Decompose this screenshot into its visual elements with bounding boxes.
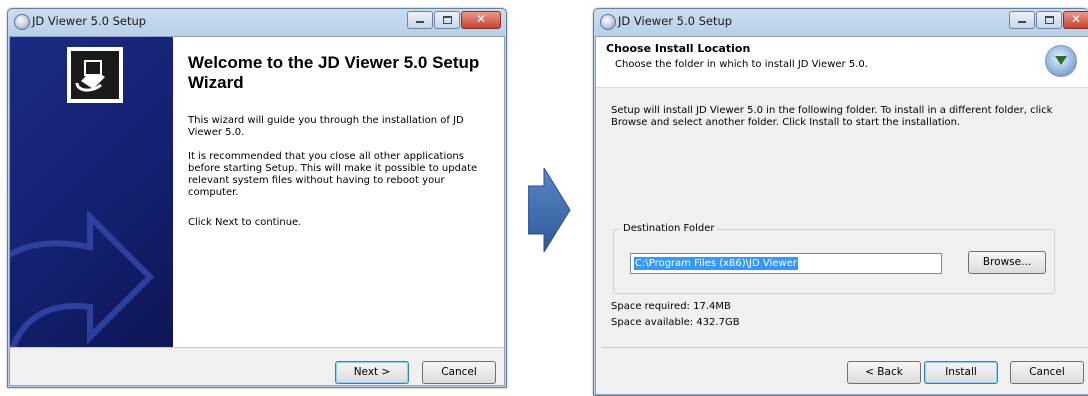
close-icon: ✕ <box>1070 12 1082 26</box>
maximize-button[interactable] <box>1036 11 1062 29</box>
install-button[interactable]: Install <box>924 361 998 384</box>
installer-logo-icon <box>67 47 123 103</box>
browse-button[interactable]: Browse... <box>968 251 1046 274</box>
space-available: Space available: 432.7GB <box>611 317 740 328</box>
wizard-page: Welcome to the JD Viewer 5.0 Setup Wizar… <box>9 36 505 386</box>
wizard-page: Choose Install Location Choose the folde… <box>595 36 1088 395</box>
page-title: Choose Install Location <box>606 42 751 55</box>
minimize-button[interactable] <box>407 11 433 29</box>
cancel-button[interactable]: Cancel <box>422 361 496 384</box>
destination-path-value: C:\Program Files (x86)\JD Viewer <box>634 257 798 270</box>
window-title: JD Viewer 5.0 Setup <box>618 14 733 28</box>
setup-icon <box>600 14 616 30</box>
close-icon: ✕ <box>475 12 487 26</box>
next-step-arrow-icon <box>528 168 571 252</box>
wizard-sidebar-image <box>10 37 173 347</box>
back-button[interactable]: < Back <box>847 361 921 384</box>
close-button[interactable]: ✕ <box>1063 11 1088 29</box>
page-subtitle: Choose the folder in which to install JD… <box>615 59 868 70</box>
setup-icon <box>14 14 30 30</box>
footer-divider <box>10 347 504 348</box>
footer-divider <box>602 347 1088 348</box>
recommendation-paragraph: It is recommended that you close all oth… <box>188 151 478 198</box>
page-header: Choose Install Location Choose the folde… <box>596 37 1088 88</box>
title-bar[interactable]: JD Viewer 5.0 Setup ✕ <box>594 9 1088 35</box>
maximize-icon <box>443 16 452 24</box>
space-required: Space required: 17.4MB <box>611 301 731 312</box>
destination-folder-group: Destination Folder C:\Program Files (x86… <box>613 223 1055 294</box>
intro-paragraph: This wizard will guide you through the i… <box>188 115 464 138</box>
welcome-window: JD Viewer 5.0 Setup ✕ Welcome to the JD … <box>7 8 507 388</box>
minimize-icon <box>416 21 424 23</box>
sidebar-arrow-graphic <box>10 209 155 347</box>
install-location-window: JD Viewer 5.0 Setup ✕ Choose Install Loc… <box>593 8 1088 396</box>
cancel-button[interactable]: Cancel <box>1010 361 1084 384</box>
minimize-icon <box>1018 21 1026 23</box>
title-bar[interactable]: JD Viewer 5.0 Setup ✕ <box>8 9 506 35</box>
maximize-button[interactable] <box>434 11 460 29</box>
window-title: JD Viewer 5.0 Setup <box>32 14 147 28</box>
minimize-button[interactable] <box>1009 11 1035 29</box>
page-title: Welcome to the JD Viewer 5.0 Setup Wizar… <box>188 53 480 92</box>
destination-path-input[interactable]: C:\Program Files (x86)\JD Viewer <box>630 253 942 274</box>
install-instructions: Setup will install JD Viewer 5.0 in the … <box>611 105 1053 128</box>
install-globe-icon <box>1045 45 1077 77</box>
destination-folder-label: Destination Folder <box>620 223 718 234</box>
close-button[interactable]: ✕ <box>461 11 501 29</box>
maximize-icon <box>1045 16 1054 24</box>
continue-instruction: Click Next to continue. <box>188 217 302 228</box>
next-button[interactable]: Next > <box>335 361 409 384</box>
